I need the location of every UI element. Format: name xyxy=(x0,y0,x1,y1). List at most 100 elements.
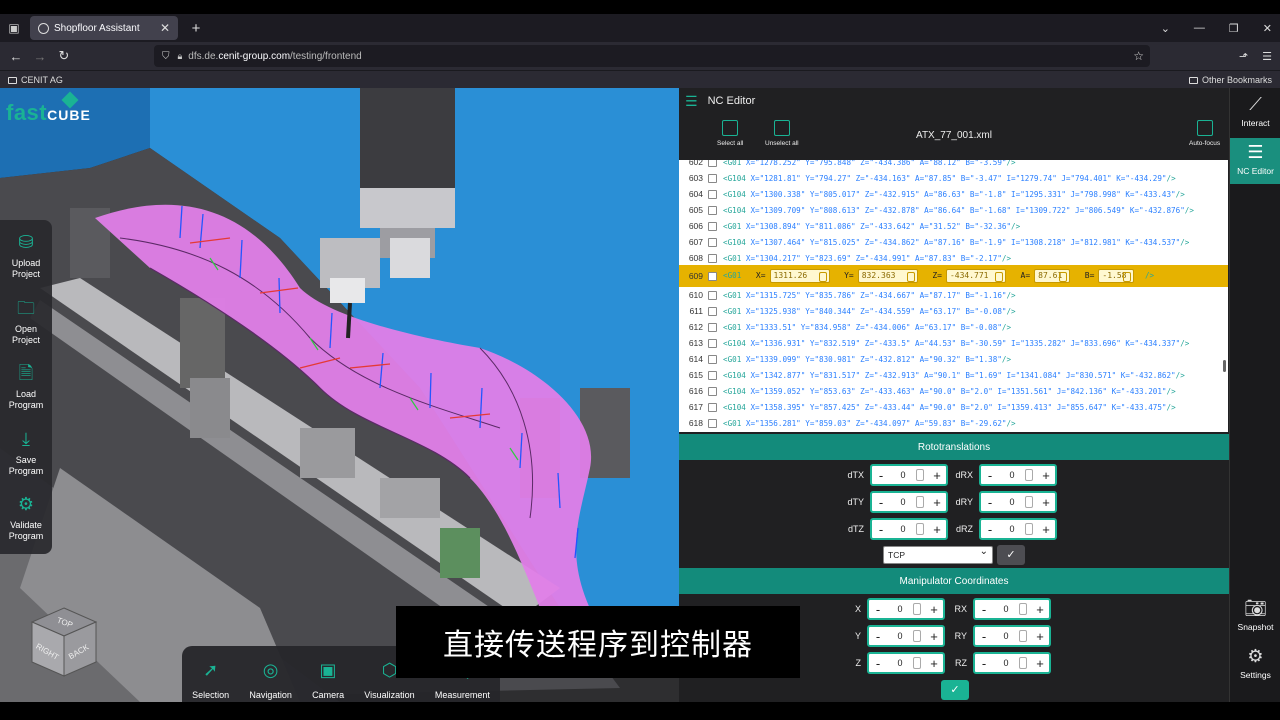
decrement-button[interactable]: - xyxy=(869,629,887,644)
spin-icon[interactable] xyxy=(1025,496,1033,508)
stepper-value[interactable]: 0 xyxy=(887,658,913,668)
camera-tool[interactable]: ▣ Camera xyxy=(312,658,344,700)
spin-icon[interactable] xyxy=(1019,603,1027,615)
stepper-value[interactable]: 0 xyxy=(999,497,1025,507)
increment-button[interactable]: + xyxy=(1031,602,1049,617)
menu-icon[interactable]: ☰ xyxy=(1262,50,1272,63)
decrement-button[interactable]: - xyxy=(872,495,890,510)
increment-button[interactable]: + xyxy=(1037,468,1055,483)
line-checkbox[interactable] xyxy=(708,290,717,300)
validate-program-button[interactable]: ⚙︎ Validate Program xyxy=(0,488,52,554)
save-program-button[interactable]: ⤓ Save Program xyxy=(0,423,52,489)
x-value-input[interactable]: 1311.26 xyxy=(769,269,830,283)
line-checkbox[interactable] xyxy=(708,160,717,167)
lock-icon[interactable]: 🔒︎ xyxy=(178,51,183,62)
bookmark-star-icon[interactable]: ☆ xyxy=(1133,49,1144,63)
code-line[interactable]: 605 <G104 X="1309.709" Y="808.613" Z="-43… xyxy=(679,202,1228,218)
stepper-value[interactable]: 0 xyxy=(890,497,916,507)
line-checkbox[interactable] xyxy=(708,418,717,428)
value-stepper[interactable]: -0 + xyxy=(870,518,948,540)
code-line[interactable]: 612 <G01 X="1333.51" Y="834.958" Z="-434.… xyxy=(679,319,1228,335)
open-project-button[interactable]: 🗀︎ Open Project xyxy=(0,292,52,358)
line-checkbox[interactable] xyxy=(708,237,717,247)
tab-dropdown-icon[interactable]: ⌄ xyxy=(1161,22,1170,35)
decrement-button[interactable]: - xyxy=(975,602,993,617)
view-cube[interactable]: TOP RIGHT BACK xyxy=(26,604,102,680)
line-checkbox[interactable] xyxy=(708,370,717,380)
value-stepper[interactable]: -0 + xyxy=(867,652,945,674)
shield-icon[interactable]: ⛉ xyxy=(162,51,170,62)
stepper-value[interactable]: 0 xyxy=(887,631,913,641)
code-line[interactable]: 608 <G01 X="1304.217" Y="823.69" Z="-434.… xyxy=(679,250,1228,266)
spin-icon[interactable] xyxy=(916,496,924,508)
line-checkbox[interactable] xyxy=(708,189,717,199)
value-stepper[interactable]: -0 + xyxy=(973,598,1051,620)
stepper-value[interactable]: 0 xyxy=(993,604,1019,614)
spin-icon[interactable] xyxy=(916,523,924,535)
code-line[interactable]: 617 <G104 X="1358.395" Y="857.425" Z="-43… xyxy=(679,399,1228,415)
stepper-value[interactable]: 0 xyxy=(993,658,1019,668)
code-line[interactable]: 616 <G104 X="1359.052" Y="853.63" Z="-433… xyxy=(679,383,1228,399)
forward-arrow-icon[interactable]: → xyxy=(28,49,52,64)
stepper-value[interactable]: 0 xyxy=(993,631,1019,641)
reload-icon[interactable]: ↻ xyxy=(52,48,76,64)
spin-icon[interactable] xyxy=(1025,469,1033,481)
nc-editor-tab[interactable]: ☰ NC Editor xyxy=(1230,138,1280,184)
spin-icon[interactable] xyxy=(1019,657,1027,669)
line-checkbox[interactable] xyxy=(708,271,717,281)
line-checkbox[interactable] xyxy=(708,354,717,364)
snapshot-button[interactable]: 📷︎ Snapshot xyxy=(1230,596,1280,640)
increment-button[interactable]: + xyxy=(1031,629,1049,644)
browser-tab[interactable]: Shopfloor Assistant ✕ xyxy=(30,16,178,40)
code-line[interactable]: 603 <G104 X="1281.81" Y="794.27" Z="-434.… xyxy=(679,170,1228,186)
minimize-icon[interactable]: — xyxy=(1194,22,1205,34)
stepper-value[interactable]: 0 xyxy=(887,604,913,614)
restore-icon[interactable]: ❐ xyxy=(1229,22,1239,35)
value-stepper[interactable]: -0 + xyxy=(973,625,1051,647)
apply-manipulator-button[interactable]: ✓ xyxy=(941,680,969,700)
y-value-input[interactable]: 832.363 xyxy=(857,269,918,283)
line-checkbox[interactable] xyxy=(708,306,717,316)
settings-button[interactable]: ⚙ Settings xyxy=(1230,644,1280,688)
close-tab-icon[interactable]: ✕ xyxy=(160,21,170,35)
code-line[interactable]: 607 <G104 X="1307.464" Y="815.025" Z="-43… xyxy=(679,234,1228,250)
decrement-button[interactable]: - xyxy=(975,656,993,671)
b-value-input[interactable]: -1.58 xyxy=(1098,269,1135,283)
upload-project-button[interactable]: ⛁ Upload Project xyxy=(0,226,52,292)
decrement-button[interactable]: - xyxy=(981,495,999,510)
auto-focus-button[interactable]: Auto-focus xyxy=(1189,120,1220,147)
code-line[interactable]: 602 <G01 X="1278.252" Y="795.848" Z="-434… xyxy=(679,160,1228,170)
stepper-value[interactable]: 0 xyxy=(999,470,1025,480)
decrement-button[interactable]: - xyxy=(975,629,993,644)
value-stepper[interactable]: -0 + xyxy=(867,625,945,647)
spin-icon[interactable] xyxy=(1025,523,1033,535)
increment-button[interactable]: + xyxy=(1031,656,1049,671)
nc-code-list[interactable]: 609 <G01 X= 1311.26 Y= 832.363 Z= -434.771 … xyxy=(679,160,1228,432)
interact-button[interactable]: ⟋ Interact xyxy=(1230,92,1280,138)
url-bar[interactable]: ⛉ 🔒︎ dfs.de.cenit-group.com/testing/fron… xyxy=(154,45,1150,67)
line-checkbox[interactable] xyxy=(708,402,717,412)
decrement-button[interactable]: - xyxy=(869,656,887,671)
navigation-tool[interactable]: ◎ Navigation xyxy=(249,658,292,700)
code-line[interactable]: 615 <G104 X="1342.877" Y="831.517" Z="-43… xyxy=(679,367,1228,383)
spin-icon[interactable] xyxy=(913,657,921,669)
code-line[interactable]: 610 <G01 X="1315.725" Y="835.786" Z="-434… xyxy=(679,287,1228,303)
value-stepper[interactable]: -0 + xyxy=(870,491,948,513)
close-window-icon[interactable]: ✕ xyxy=(1263,22,1272,35)
decrement-button[interactable]: - xyxy=(981,468,999,483)
a-value-input[interactable]: 87.61 xyxy=(1034,269,1071,283)
value-stepper[interactable]: -0 + xyxy=(973,652,1051,674)
line-checkbox[interactable] xyxy=(708,205,717,215)
value-stepper[interactable]: -0 + xyxy=(979,464,1057,486)
value-stepper[interactable]: -0 + xyxy=(979,491,1057,513)
back-arrow-icon[interactable]: ← xyxy=(4,49,28,64)
spin-icon[interactable] xyxy=(913,603,921,615)
stepper-value[interactable]: 0 xyxy=(890,524,916,534)
line-checkbox[interactable] xyxy=(708,322,717,332)
spin-icon[interactable] xyxy=(1019,630,1027,642)
code-line[interactable]: 604 <G104 X="1300.338" Y="805.017" Z="-43… xyxy=(679,186,1228,202)
decrement-button[interactable]: - xyxy=(869,602,887,617)
load-program-button[interactable]: 🗎︎ Load Program xyxy=(0,357,52,423)
decrement-button[interactable]: - xyxy=(981,522,999,537)
selected-code-line[interactable]: 609 <G01 X= 1311.26 Y= 832.363 Z= -434.771 … xyxy=(679,265,1228,287)
